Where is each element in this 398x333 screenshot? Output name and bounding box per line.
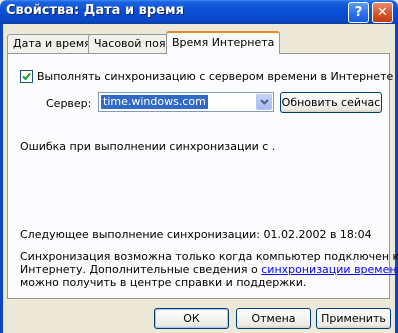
sync-checkbox-row[interactable]: Выполнять синхронизацию с сервером време… bbox=[20, 70, 393, 83]
date-time-properties-dialog: Свойства: Дата и время ? ✕ Дата и время … bbox=[0, 0, 398, 333]
sync-checkbox-label: Выполнять синхронизацию с сервером време… bbox=[37, 70, 394, 83]
combobox-dropdown-button[interactable] bbox=[256, 94, 272, 110]
tab-date-time[interactable]: Дата и время bbox=[7, 34, 97, 53]
tab-label: Дата и время bbox=[13, 37, 91, 50]
apply-button[interactable]: Применить bbox=[316, 308, 391, 329]
close-button[interactable]: ✕ bbox=[372, 2, 393, 23]
sync-error-text: Ошибка при выполнении синхронизации с . bbox=[20, 140, 276, 153]
checkmark-icon bbox=[22, 72, 31, 81]
cancel-button[interactable]: Отмена bbox=[236, 308, 311, 329]
sync-checkbox[interactable] bbox=[20, 70, 33, 83]
info-line: Синхронизация возможна только когда комп… bbox=[20, 250, 398, 263]
server-combobox[interactable]: time.windows.com bbox=[98, 92, 274, 112]
help-button[interactable]: ? bbox=[348, 2, 369, 23]
tab-time-zone[interactable]: Часовой пояс bbox=[88, 34, 178, 53]
sync-info-text: Синхронизация возможна только когда комп… bbox=[20, 250, 398, 289]
server-label: Сервер: bbox=[46, 97, 92, 110]
tab-internet-time[interactable]: Время Интернета bbox=[166, 31, 281, 54]
info-line: можно получить в центре справки и поддер… bbox=[20, 276, 307, 289]
server-value[interactable]: time.windows.com bbox=[101, 95, 208, 109]
title-bar[interactable]: Свойства: Дата и время ? ✕ bbox=[0, 0, 398, 24]
info-line: Интернету. Дополнительные сведения о син… bbox=[20, 263, 398, 276]
time-sync-help-link[interactable]: синхронизации времени bbox=[261, 263, 398, 276]
ok-button[interactable]: ОК bbox=[154, 308, 229, 329]
update-now-button[interactable]: Обновить сейчас bbox=[280, 92, 382, 113]
tab-label: Часовой пояс bbox=[94, 37, 172, 50]
window-frame-left bbox=[0, 24, 3, 333]
close-icon: ✕ bbox=[377, 5, 388, 20]
tab-label: Время Интернета bbox=[172, 36, 275, 49]
window-title: Свойства: Дата и время bbox=[6, 3, 184, 18]
info-line-prefix: Интернету. Дополнительные сведения о bbox=[20, 263, 262, 276]
next-sync-text: Следующее выполнение синхронизации: 01.0… bbox=[20, 228, 372, 241]
internet-time-panel: Выполнять синхронизацию с сервером време… bbox=[7, 53, 398, 299]
help-icon: ? bbox=[354, 5, 363, 20]
chevron-down-icon bbox=[259, 99, 269, 105]
